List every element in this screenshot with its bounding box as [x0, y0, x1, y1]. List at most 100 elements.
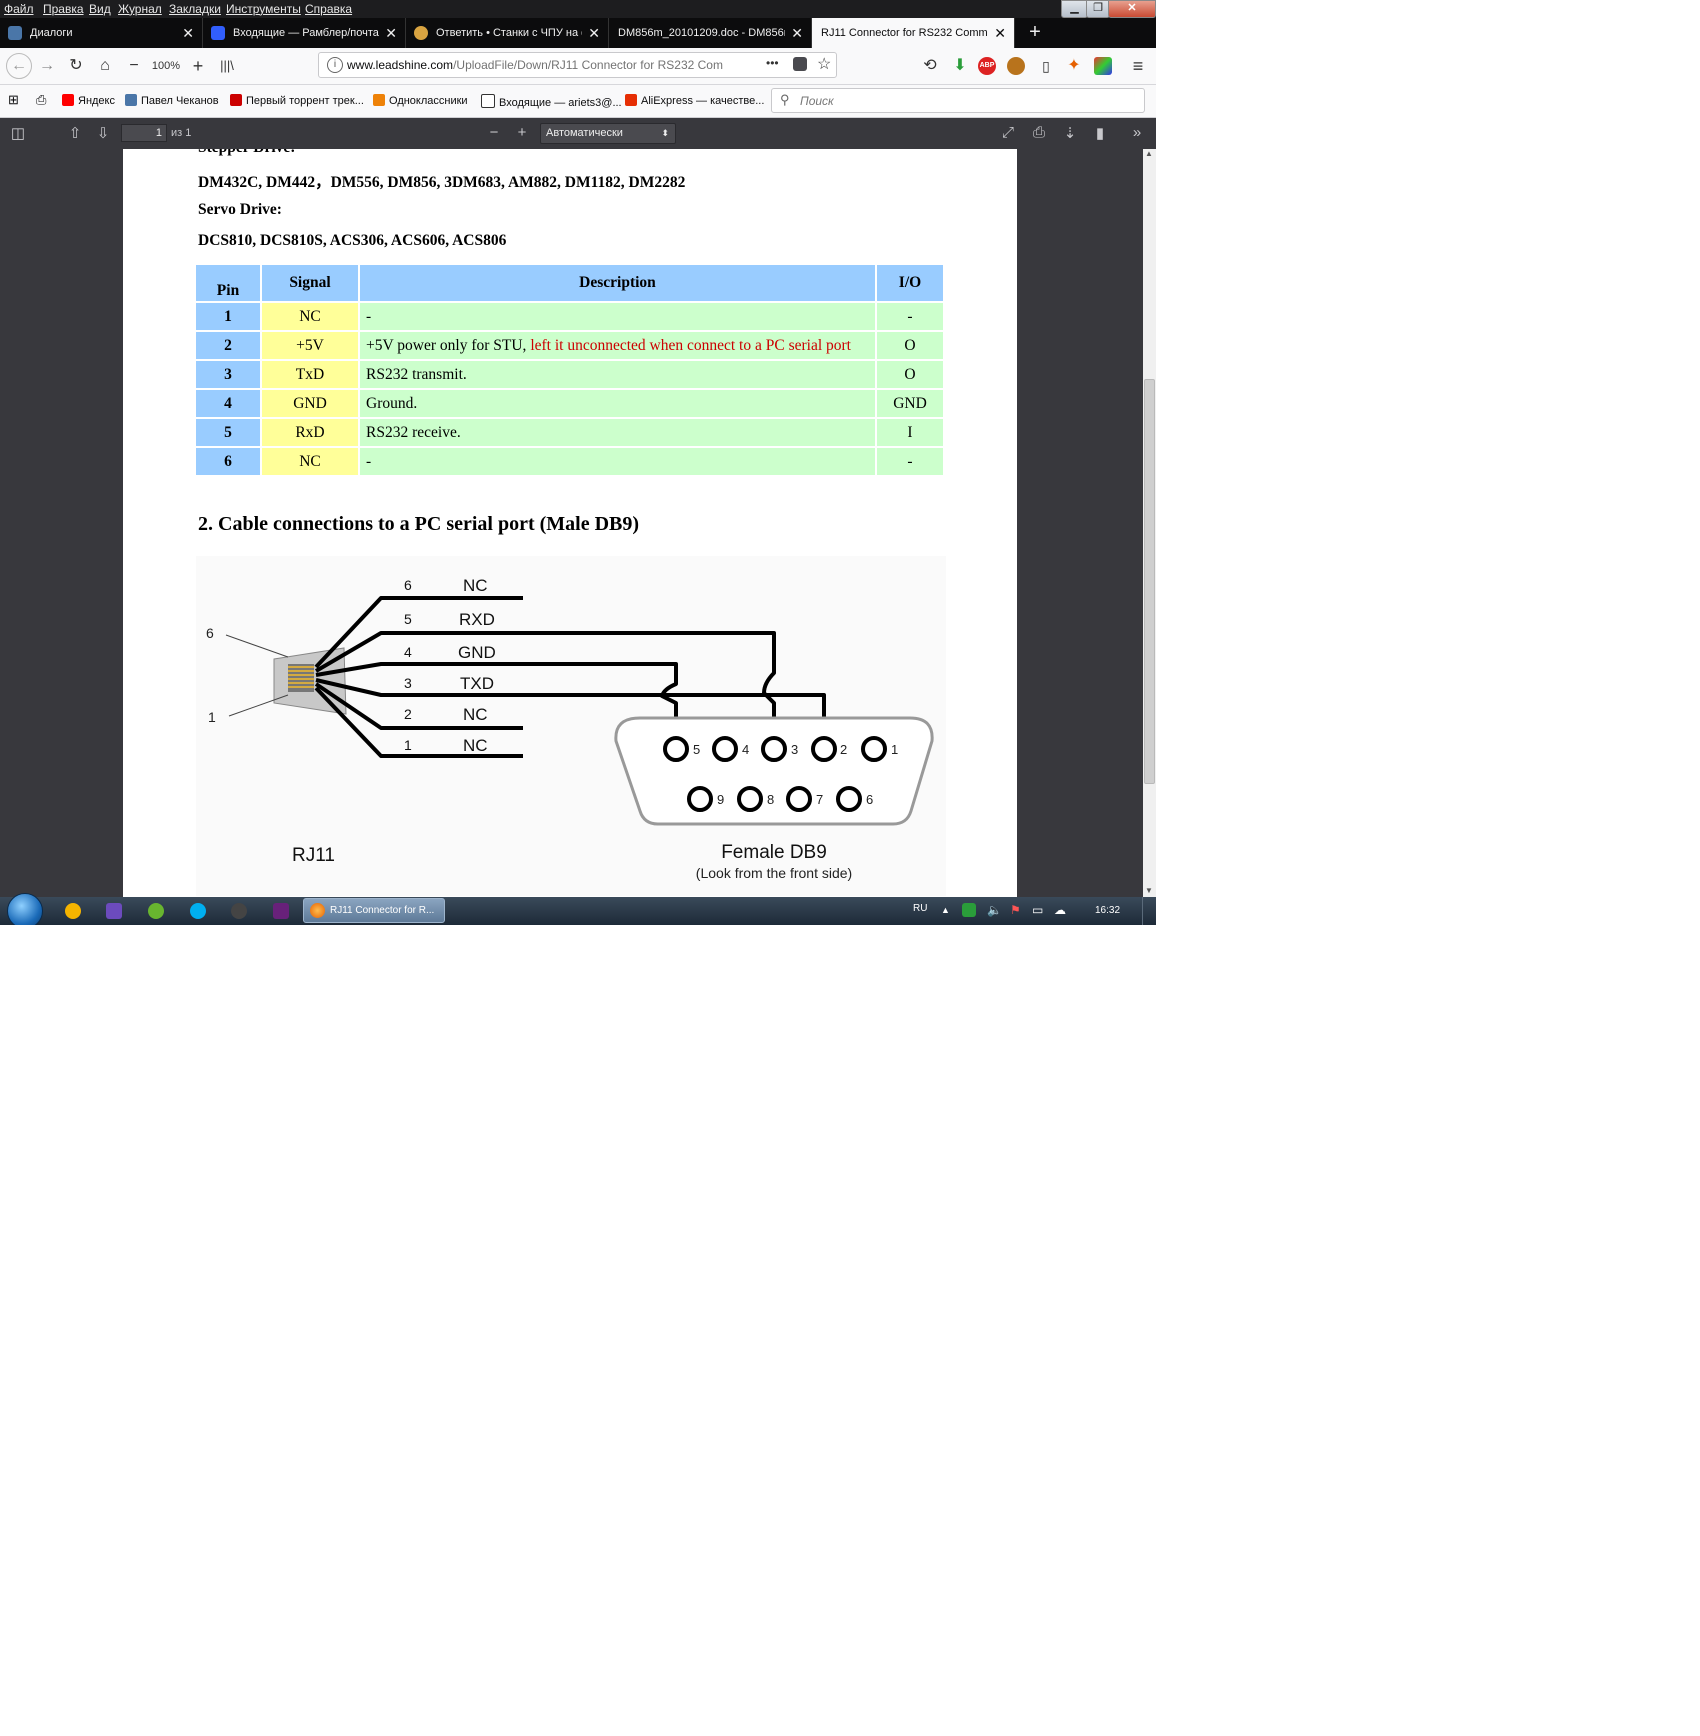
pdf-zoom-in-button[interactable]: + — [511, 124, 533, 141]
close-icon[interactable]: ✕ — [588, 18, 600, 48]
menu-hamburger-icon[interactable]: ≡ — [1128, 56, 1148, 76]
reload-button[interactable]: ↻ — [66, 56, 86, 76]
display-icon[interactable]: ▭ — [1032, 903, 1043, 917]
menu-tools[interactable]: Инструменты — [226, 2, 301, 16]
extension-color-icon[interactable] — [1094, 57, 1112, 75]
page-number-input[interactable]: 1 — [121, 124, 167, 142]
tab-dialogs[interactable]: Диалоги ✕ — [0, 18, 203, 48]
tampermonkey-icon[interactable] — [1007, 57, 1025, 75]
tab-title: Ответить • Станки с ЧПУ на ф — [436, 27, 582, 39]
forward-button[interactable]: → — [37, 56, 57, 76]
tab-forum-reply[interactable]: Ответить • Станки с ЧПУ на ф ✕ — [406, 18, 609, 48]
new-bookmark-icon[interactable]: ⊞ — [8, 92, 19, 108]
page-actions-icon[interactable]: ••• — [766, 56, 779, 70]
sidebar-toggle-icon[interactable]: ◫ — [7, 124, 29, 142]
network-error-icon[interactable]: ⚑ — [1010, 903, 1021, 917]
vs-code-icon[interactable] — [273, 903, 289, 919]
tray-expand-icon[interactable]: ▲ — [941, 905, 950, 915]
menu-help[interactable]: Справка — [305, 2, 352, 16]
search-input[interactable]: ⚲ Поиск — [771, 88, 1145, 113]
bookmark-torrent[interactable]: Первый торрент трек... — [230, 94, 364, 107]
bookmark-aliexpress[interactable]: AliExpress — качестве... — [625, 94, 764, 107]
close-icon[interactable]: ✕ — [182, 18, 194, 48]
volume-icon[interactable]: 🔈 — [987, 903, 1002, 917]
print-icon[interactable]: ⎙ — [36, 92, 46, 108]
pdf-bookmark-icon[interactable]: ▮ — [1089, 124, 1111, 142]
tray-app-icon[interactable] — [962, 903, 976, 917]
tab-dm856-doc[interactable]: DM856m_20101209.doc - DM856m ✕ — [609, 18, 812, 48]
zoom-in-button[interactable]: + — [188, 56, 208, 76]
extension-fox-icon[interactable]: ✦ — [1064, 56, 1084, 76]
bookmark-vk[interactable]: Павел Чеканов — [125, 94, 219, 107]
close-icon[interactable]: ✕ — [385, 18, 397, 48]
aliexpress-icon — [625, 94, 637, 106]
tools-menu-icon[interactable]: » — [1126, 124, 1148, 141]
next-page-button[interactable]: ⇩ — [92, 124, 114, 142]
page-count: из 1 — [171, 127, 192, 139]
close-icon[interactable]: ✕ — [994, 18, 1006, 48]
mail-icon — [481, 94, 495, 108]
scroll-up-icon[interactable]: ▲ — [1145, 149, 1153, 158]
scroll-down-icon[interactable]: ▼ — [1145, 886, 1153, 895]
start-button[interactable] — [7, 893, 43, 925]
description-text: - — [366, 452, 372, 470]
vertical-scrollbar[interactable]: ▲ ▼ — [1143, 149, 1156, 897]
presentation-mode-icon[interactable]: ⤢ — [997, 124, 1019, 141]
new-tab-button[interactable]: + — [1022, 18, 1048, 48]
scrollbar-thumb[interactable] — [1144, 379, 1155, 784]
previous-page-button[interactable]: ⇧ — [64, 124, 86, 142]
close-icon[interactable]: ✕ — [791, 18, 803, 48]
aimp-icon[interactable] — [65, 903, 81, 919]
menu-file[interactable]: Файл — [4, 2, 34, 16]
info-icon[interactable]: i — [327, 57, 343, 73]
show-desktop-button[interactable] — [1142, 897, 1156, 925]
utorrent-icon[interactable] — [148, 903, 164, 919]
pdf-print-icon[interactable]: ⎙ — [1028, 124, 1050, 141]
bookmark-star-icon[interactable]: ☆ — [817, 54, 831, 74]
db9-pin-7 — [786, 786, 812, 812]
taskbar-firefox-window[interactable]: RJ11 Connector for R... — [303, 898, 445, 923]
minimize-button[interactable]: ▁ — [1061, 0, 1088, 18]
close-window-button[interactable]: ✕ — [1108, 0, 1156, 18]
zoom-level[interactable]: 100% — [148, 56, 184, 76]
pdf-zoom-out-button[interactable]: − — [483, 124, 505, 141]
cloud-icon[interactable]: ☁ — [1054, 903, 1066, 917]
zoom-out-button[interactable]: − — [124, 56, 144, 76]
pin-table: Pin Signal Description I/O 1 NC - -2 +5V +5V … — [194, 263, 945, 477]
pdf-viewer[interactable]: Stepper Drive: DM432C, DM442，DM556, DM85… — [0, 149, 1143, 897]
skype-icon[interactable] — [190, 903, 206, 919]
adblock-icon[interactable]: ABP — [978, 57, 996, 75]
torrent-icon — [230, 94, 242, 106]
menu-history[interactable]: Журнал — [118, 2, 162, 16]
address-bar[interactable]: i www.leadshine.com/UploadFile/Down/RJ11… — [318, 52, 837, 78]
bookmark-yandex[interactable]: Яндекс — [62, 94, 115, 107]
library-icon[interactable]: |||\ — [217, 56, 237, 76]
rj11-pin-bottom-label: 1 — [208, 709, 216, 725]
tab-rj11-connector[interactable]: RJ11 Connector for RS232 Commun ✕ — [812, 18, 1015, 48]
cell-description: +5V power only for STU, left it unconnec… — [360, 332, 875, 359]
menu-edit[interactable]: Правка — [43, 2, 84, 16]
cell-description: RS232 transmit. — [360, 361, 875, 388]
visual-studio-icon[interactable] — [106, 903, 122, 919]
pocket-icon[interactable] — [793, 57, 807, 71]
menu-view[interactable]: Вид — [89, 2, 111, 16]
restore-button[interactable]: ❐ — [1086, 0, 1110, 18]
reader-icon[interactable]: ▯ — [1036, 56, 1056, 76]
download-helper-icon[interactable]: ⬇ — [950, 56, 970, 76]
url-text[interactable]: www.leadshine.com/UploadFile/Down/RJ11 C… — [347, 58, 737, 72]
tab-rambler-mail[interactable]: Входящие — Рамблер/почта ✕ — [203, 18, 406, 48]
language-indicator[interactable]: RU — [913, 903, 927, 914]
back-button[interactable]: ← — [6, 53, 32, 79]
zoom-select[interactable]: Автоматически ⬍ — [540, 123, 676, 144]
bookmark-odnoklassniki[interactable]: Одноклассники — [373, 94, 468, 107]
menu-bookmarks[interactable]: Закладки — [169, 2, 221, 16]
pdf-download-icon[interactable]: ⇣ — [1059, 124, 1081, 142]
history-icon[interactable]: ⟲ — [920, 56, 940, 76]
tab-bar: Диалоги ✕ Входящие — Рамблер/почта ✕ Отв… — [0, 18, 1156, 48]
db9-pin-number: 1 — [891, 742, 898, 757]
clock[interactable]: 16:32 — [1095, 905, 1120, 916]
bookmark-inbox[interactable]: Входящие — ariets3@... — [481, 94, 622, 109]
table-row: 2 +5V +5V power only for STU, left it unco… — [196, 332, 943, 359]
game-icon[interactable] — [231, 903, 247, 919]
home-button[interactable]: ⌂ — [95, 56, 115, 76]
